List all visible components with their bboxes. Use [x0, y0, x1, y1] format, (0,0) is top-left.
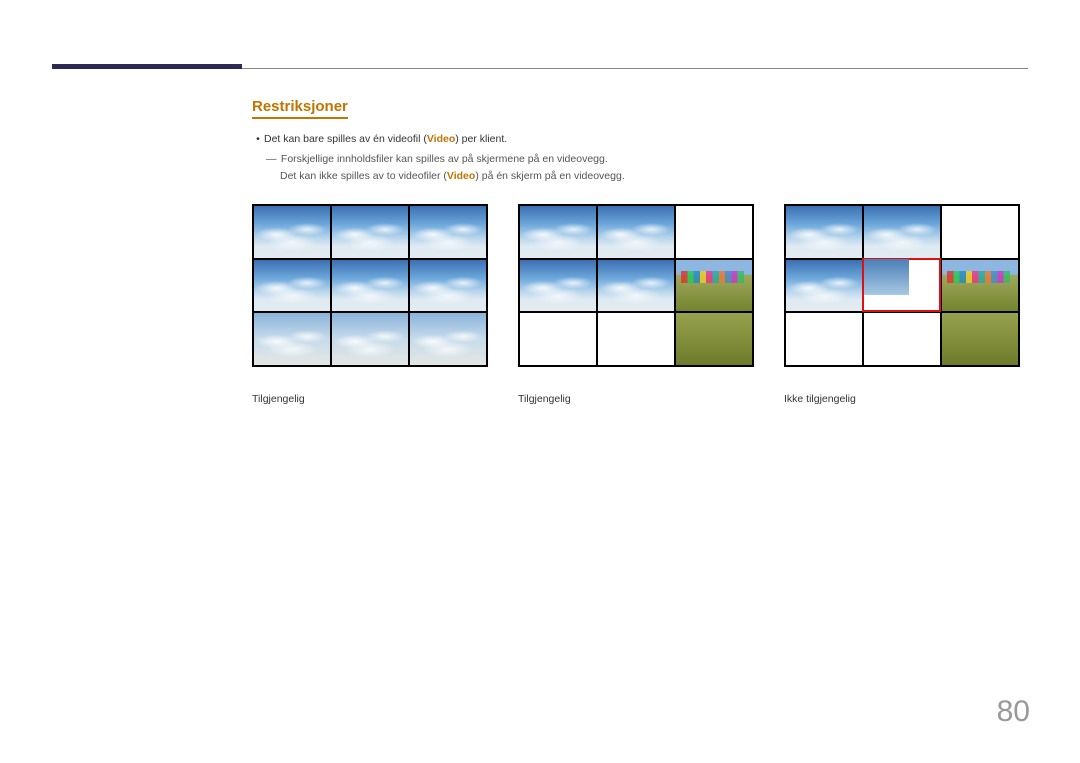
grid-cell [520, 260, 596, 312]
grid-cell [942, 313, 1018, 365]
grid-cell [254, 313, 330, 365]
grid-cell [942, 260, 1018, 312]
bullet-text-em: Video [427, 133, 455, 145]
note2-prefix: Det kan ikke spilles av to videofiler ( [280, 170, 447, 182]
grid-cell [598, 313, 674, 365]
bullet-text-suffix: ) per klient. [455, 133, 507, 145]
figure-1-grid [252, 204, 488, 367]
figure-3-grid [784, 204, 1020, 367]
dash-marker: ― [266, 151, 278, 168]
grid-cell [254, 206, 330, 258]
bullet-item: • Det kan bare spilles av én videofil (V… [252, 133, 1028, 145]
page-number: 80 [997, 695, 1030, 729]
grid-cell [786, 313, 862, 365]
grid-cell [332, 206, 408, 258]
bullet-marker: • [252, 133, 264, 145]
grid-cell [676, 206, 752, 258]
grid-cell [410, 313, 486, 365]
figure-3-caption: Ikke tilgjengelig [784, 393, 1020, 405]
flags-decor [947, 271, 1011, 283]
grid-cell [332, 313, 408, 365]
flags-decor [681, 271, 745, 283]
figure-1-caption: Tilgjengelig [252, 393, 488, 405]
grid-cell [942, 206, 1018, 258]
grid-cell [410, 260, 486, 312]
grid-cell [410, 206, 486, 258]
sub-note: ― Forskjellige innholdsfiler kan spilles… [280, 151, 1028, 185]
bullet-text: Det kan bare spilles av én videofil (Vid… [264, 133, 507, 145]
figure-3: Ikke tilgjengelig [784, 204, 1020, 405]
figure-2: Tilgjengelig [518, 204, 754, 405]
grid-cell [254, 260, 330, 312]
note2-suffix: ) på én skjerm på en videovegg. [475, 170, 624, 182]
header-accent-bar [52, 64, 242, 69]
grid-cell [676, 313, 752, 365]
grid-cell [676, 260, 752, 312]
grid-cell [864, 206, 940, 258]
grid-cell [786, 260, 862, 312]
grid-cell [520, 206, 596, 258]
small-sky-overlay [864, 259, 909, 295]
grid-cell [598, 206, 674, 258]
note2-em: Video [447, 170, 475, 182]
grid-cell [598, 260, 674, 312]
figure-1: Tilgjengelig [252, 204, 488, 405]
section-heading: Restriksjoner [252, 98, 348, 119]
figure-2-caption: Tilgjengelig [518, 393, 754, 405]
grid-cell [332, 260, 408, 312]
figures-row: Tilgjengelig Tilgjengelig [252, 204, 1020, 405]
grid-cell [786, 206, 862, 258]
note1-text: Forskjellige innholdsfiler kan spilles a… [281, 153, 608, 165]
figure-2-grid [518, 204, 754, 367]
bullet-text-prefix: Det kan bare spilles av én videofil ( [264, 133, 427, 145]
grid-cell [520, 313, 596, 365]
grid-cell [864, 313, 940, 365]
content-area: Restriksjoner • Det kan bare spilles av … [252, 98, 1028, 185]
